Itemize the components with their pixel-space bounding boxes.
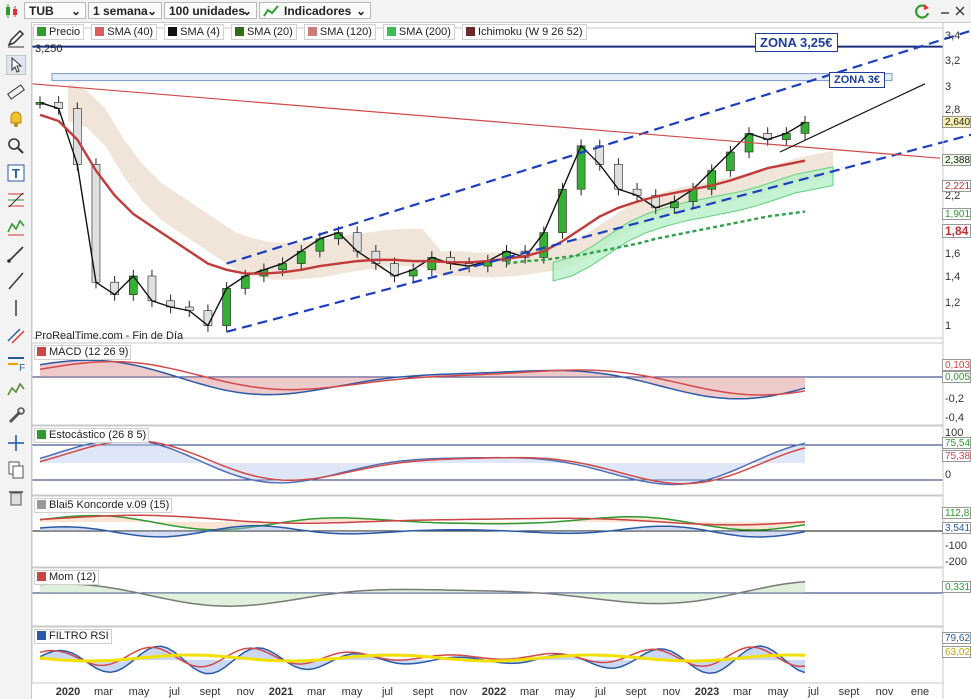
rsi-badge: 79,62 [942,632,971,644]
price-tick: 3 [945,81,952,93]
macd-pane-title[interactable]: MACD (12 26 9) [34,345,132,360]
time-axis-label: 2022 [481,686,507,698]
time-axis-label: mar [733,686,752,698]
pane-frame [31,342,944,426]
price-tick: 1,4 [945,271,961,283]
time-axis-label: ene [910,686,930,698]
time-axis-label: may [767,686,789,698]
price-badge: 2,221 [942,180,971,192]
time-axis-label: nov [875,686,894,698]
legend-item[interactable]: Ichimoku (W 9 26 52) [461,24,587,40]
time-axis-label: 2020 [55,686,81,698]
legend-label: SMA (40) [107,26,154,38]
price-tick: 1,2 [945,297,961,309]
price-badge: 1,84 [942,224,971,238]
legend-label: SMA (120) [319,26,372,38]
legend-item[interactable]: Precio [33,24,85,40]
price-badge: 1,901 [942,208,971,220]
level-zone-3 [51,73,893,82]
price-badge: 2,640 [942,116,971,128]
legend-label: SMA (20) [246,26,293,38]
time-axis-label: mar [307,686,326,698]
time-axis-label: nov [662,686,681,698]
time-axis-label: sept [199,686,221,698]
stochastic-title-text: Estocástico (26 8 5) [49,429,147,441]
legend-item[interactable]: SMA (40) [91,24,158,40]
zone-3-annotation[interactable]: ZONA 3€ [829,72,886,88]
koncorde-badge: 3,541 [942,522,971,534]
legend-label: SMA (4) [180,26,220,38]
legend-label: Ichimoku (W 9 26 52) [477,26,583,38]
price-tick: 3,4 [945,30,961,42]
legend-item[interactable]: SMA (4) [164,24,224,40]
momentum-pane-title[interactable]: Mom (12) [34,570,100,585]
stochastic-pane-title[interactable]: Estocástico (26 8 5) [34,428,150,443]
price-chart-area[interactable] [0,0,971,699]
macd-title-text: MACD (12 26 9) [49,346,129,358]
koncorde-red-line [39,514,806,526]
legend-item[interactable]: SMA (200) [382,24,455,40]
price-tick: 2,8 [945,104,961,116]
koncorde-pane-title[interactable]: Blai5 Koncorde v.09 (15) [34,498,173,513]
koncorde-tick: -200 [945,556,968,568]
time-axis-label: sept [625,686,647,698]
legend-item[interactable]: SMA (120) [303,24,376,40]
resistance-line [31,83,941,159]
price-badge: 2,388 [942,154,971,166]
stochastic-badge: 75,54 [942,437,971,449]
time-axis-label: sept [838,686,860,698]
rsi-title-text: FILTRO RSI [49,630,109,642]
koncorde-tick: -100 [945,540,968,552]
time-axis-label: jul [594,686,607,698]
breakout-line [779,83,926,153]
stochastic-k-line-fill [40,439,805,485]
time-axis-label: nov [449,686,468,698]
price-legend: Precio SMA (40) SMA (4) SMA (20) SMA (12… [33,24,591,40]
momentum-badge: 0,331 [942,581,971,593]
time-axis-label: 2021 [268,686,294,698]
time-axis-label: may [128,686,150,698]
ichimoku-kumo [67,83,833,280]
time-axis-label: sept [412,686,434,698]
time-axis-label: 2023 [694,686,720,698]
watermark: ProRealTime.com - Fin de Día [35,330,184,342]
macd-tick: -0,4 [945,412,964,424]
rsi-filter-pane-title[interactable]: FILTRO RSI [34,629,112,644]
time-axis-label: mar [520,686,539,698]
stochastic-tick: 0 [945,469,952,481]
momentum-title-text: Mom (12) [49,571,97,583]
time-axis-label: jul [381,686,394,698]
stochastic-badge: 75,38 [942,450,971,462]
legend-label: Precio [49,26,81,38]
level-label: 3,250 [35,43,63,55]
macd-badge: 0,103 [942,359,971,371]
macd-badge: 0,005 [942,371,971,383]
legend-item[interactable]: SMA (20) [230,24,297,40]
rsi-badge: 63,02 [942,646,971,658]
price-tick: 1,6 [945,248,961,260]
macd-tick: -0,2 [945,393,964,405]
time-axis-label: jul [807,686,820,698]
zone-325-annotation[interactable]: ZONA 3,25€ [755,33,838,52]
time-axis-label: may [554,686,576,698]
time-axis-label: jul [168,686,181,698]
time-axis-label: may [341,686,363,698]
koncorde-badge: 112,8 [942,507,971,519]
time-axis-label: nov [236,686,255,698]
legend-label: SMA (200) [398,26,451,38]
time-axis-label: mar [94,686,113,698]
koncorde-title-text: Blai5 Koncorde v.09 (15) [49,499,170,511]
price-tick: 1 [945,320,952,332]
price-tick: 3,2 [945,55,961,67]
